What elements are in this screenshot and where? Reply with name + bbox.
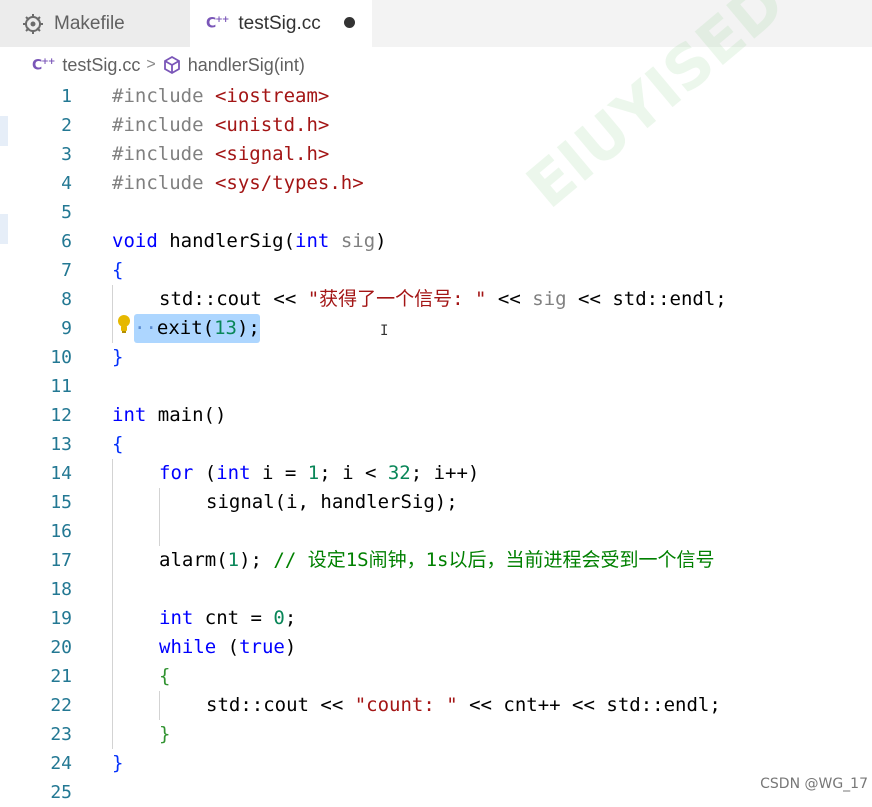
code-line: int cnt = 0; [159, 607, 297, 629]
line-number: 3 [61, 144, 72, 165]
line-number: 19 [50, 608, 72, 629]
line-number: 20 [50, 637, 72, 658]
line-number: 1 [61, 86, 72, 107]
code-line: { [112, 259, 124, 281]
line-number: 25 [50, 782, 72, 803]
code-line: } [112, 346, 124, 368]
code-editor[interactable]: 1 #include <iostream> 2 #include <unistd.h… [0, 82, 872, 803]
line-number: 11 [50, 376, 72, 397]
code-line: void handlerSig(int sig) [112, 230, 387, 252]
lightbulb-icon[interactable] [116, 313, 132, 335]
code-line: std::cout << "count: " << cnt++ << std::… [206, 694, 721, 716]
line-number: 22 [50, 695, 72, 716]
tab-label: Makefile [54, 12, 125, 34]
line-number: 14 [50, 463, 72, 484]
line-number: 6 [61, 231, 72, 252]
line-number: 16 [50, 521, 72, 542]
code-line: for (int i = 1; i < 32; i++) [159, 462, 480, 484]
code-line: { [112, 433, 124, 455]
tab-makefile[interactable]: Makefile [0, 0, 190, 47]
code-line: } [159, 723, 171, 745]
code-line: } [112, 752, 124, 774]
code-line: int main() [112, 404, 227, 426]
line-number: 21 [50, 666, 72, 687]
line-number: 13 [50, 434, 72, 455]
code-line: signal(i, handlerSig); [206, 491, 458, 513]
unsaved-dot-icon[interactable] [344, 17, 355, 28]
code-line: { [159, 665, 171, 687]
line-number: 4 [61, 173, 72, 194]
line-number: 17 [50, 550, 72, 571]
code-line: while (true) [159, 636, 297, 658]
code-line: #include <signal.h> [112, 143, 330, 165]
code-line: alarm(1); // 设定1S闹钟，1s以后，当前进程会受到一个信号 [159, 549, 715, 571]
credit-watermark: CSDN @WG_17 [760, 776, 868, 792]
code-line: #include <unistd.h> [112, 114, 330, 136]
breadcrumb-file[interactable]: testSig.cc [62, 55, 140, 76]
line-number: 12 [50, 405, 72, 426]
cpp-file-icon: C++ [32, 56, 55, 74]
code-line: #include <iostream> [112, 85, 330, 107]
line-number: 9 [61, 318, 72, 339]
line-number: 23 [50, 724, 72, 745]
line-number: 15 [50, 492, 72, 513]
line-number: 5 [61, 202, 72, 223]
code-line: std::cout << "获得了一个信号: " << sig << std::… [159, 288, 727, 310]
line-number: 7 [61, 260, 72, 281]
line-number: 8 [61, 289, 72, 310]
line-number: 18 [50, 579, 72, 600]
makefile-gear-icon [23, 13, 43, 34]
cpp-file-icon: C++ [206, 15, 229, 32]
breadcrumb-symbol[interactable]: handlerSig(int) [188, 55, 305, 76]
tab-label: testSig.cc [238, 12, 321, 34]
code-line: #include <sys/types.h> [112, 172, 364, 194]
tab-testsig[interactable]: C++ testSig.cc [190, 0, 372, 47]
chevron-right-icon: > [146, 56, 156, 73]
method-cube-icon [163, 55, 180, 75]
selected-code[interactable]: ··exit(13); [134, 314, 260, 343]
text-cursor-icon: I [380, 323, 389, 339]
line-number: 10 [50, 347, 72, 368]
line-number: 24 [50, 753, 72, 774]
line-number: 2 [61, 115, 72, 136]
